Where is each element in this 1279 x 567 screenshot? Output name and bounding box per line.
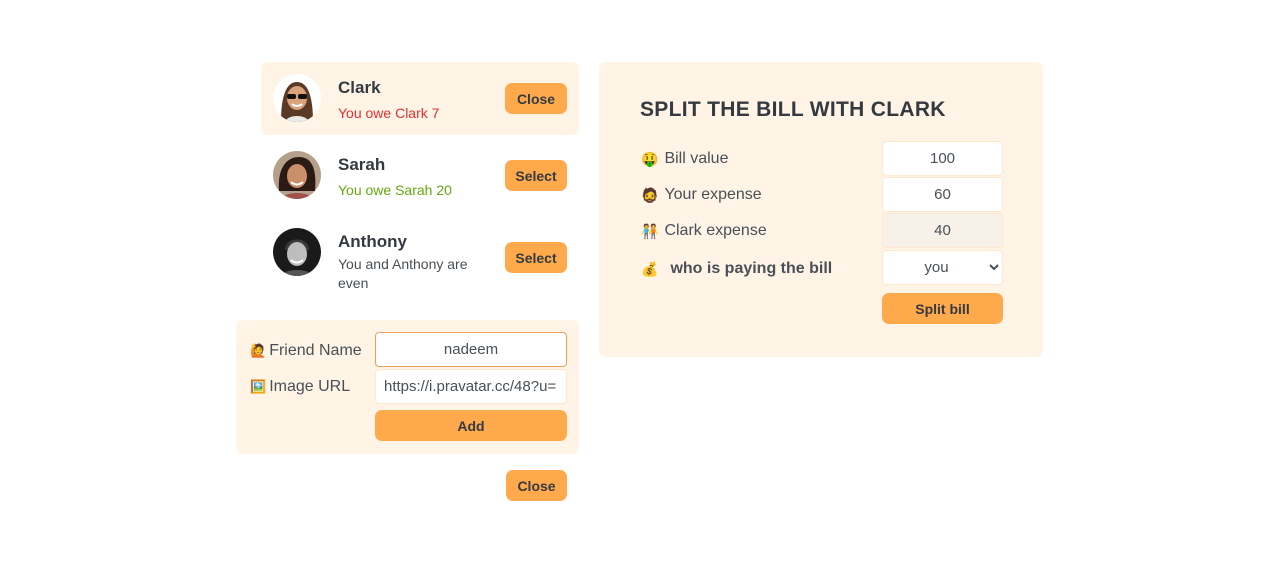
- friend-balance: You owe Clark 7: [338, 105, 440, 121]
- close-friend-button[interactable]: Close: [505, 83, 567, 114]
- avatar-clark: [273, 74, 321, 122]
- bill-value-input[interactable]: [882, 141, 1003, 176]
- friend-balance: You and Anthony are even: [338, 256, 468, 291]
- people-icon: 🧑‍🤝‍🧑: [641, 222, 659, 239]
- friend-expense-label: 🧑‍🤝‍🧑 Clark expense: [641, 222, 767, 239]
- avatar-sarah: [273, 151, 321, 199]
- select-friend-button[interactable]: Select: [505, 242, 567, 273]
- add-friend-button[interactable]: Add: [375, 410, 567, 441]
- split-bill-title: SPLIT THE BILL WITH CLARK: [640, 98, 946, 121]
- image-url-label: 🖼️ Image URL: [250, 378, 351, 395]
- split-bill-form: SPLIT THE BILL WITH CLARK 🤑 Bill value 🧔…: [599, 62, 1043, 357]
- friend-item-anthony: Anthony You and Anthony are even Select: [261, 216, 579, 306]
- friend-name: Clark: [338, 78, 381, 97]
- payer-select[interactable]: you: [882, 250, 1003, 285]
- payer-label: 💰 who is paying the bill: [641, 260, 833, 277]
- picture-icon: 🖼️: [250, 379, 267, 394]
- friend-name: Sarah: [338, 155, 386, 174]
- friend-name-input[interactable]: [375, 332, 567, 367]
- person-icon: 🧔: [641, 186, 659, 203]
- friend-expense-input: [882, 213, 1003, 248]
- select-friend-button[interactable]: Select: [505, 160, 567, 191]
- friend-balance: You owe Sarah 20: [338, 182, 452, 198]
- image-url-input[interactable]: [375, 369, 567, 404]
- add-friend-form: 🙋 Friend Name 🖼️ Image URL Add: [236, 320, 579, 454]
- your-expense-input[interactable]: [882, 177, 1003, 212]
- your-expense-label: 🧔 Your expense: [641, 186, 762, 203]
- money-face-icon: 🤑: [641, 150, 659, 167]
- friend-item-clark: Clark You owe Clark 7 Close: [261, 62, 579, 135]
- avatar-anthony: [273, 228, 321, 276]
- raising-hand-icon: 🙋: [250, 343, 267, 358]
- friend-item-sarah: Sarah You owe Sarah 20 Select: [261, 139, 579, 212]
- close-form-button[interactable]: Close: [506, 470, 567, 501]
- friend-name-label: 🙋 Friend Name: [250, 342, 362, 359]
- friend-name: Anthony: [338, 232, 407, 251]
- split-bill-button[interactable]: Split bill: [882, 293, 1003, 324]
- friends-list: Clark You owe Clark 7 Close Sarah You ow…: [261, 62, 579, 306]
- bill-value-label: 🤑 Bill value: [641, 150, 729, 167]
- money-bag-icon: 💰: [641, 260, 659, 277]
